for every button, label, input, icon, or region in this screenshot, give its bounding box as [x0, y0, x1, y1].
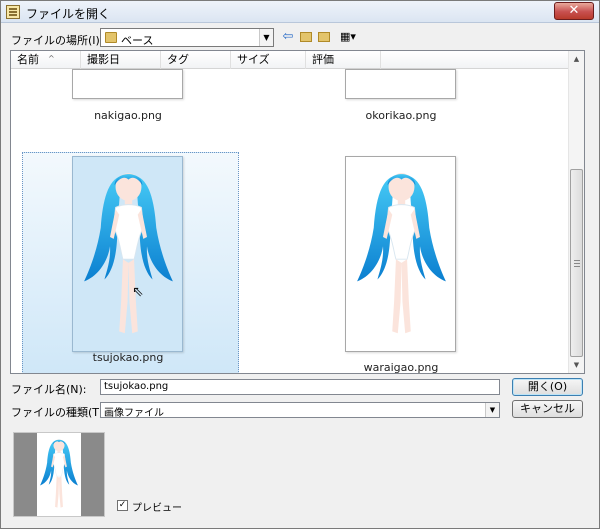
preview-checkbox[interactable]: ✓	[117, 500, 128, 511]
open-file-dialog: ファイルを開く ✕ ファイルの場所(I): ベース ▼ ⇦ ▦▾ 名前 ^ 撮影…	[0, 0, 600, 529]
title-bar: ファイルを開く ✕	[1, 1, 599, 23]
column-size[interactable]: サイズ	[231, 51, 306, 69]
close-button[interactable]: ✕	[554, 2, 594, 20]
open-button[interactable]: 開く(O)	[512, 378, 583, 396]
new-folder-icon[interactable]	[316, 28, 332, 47]
look-in-dropdown[interactable]: ベース ▼	[100, 28, 274, 47]
file-thumbnail-okorikao[interactable]	[345, 69, 456, 99]
file-name-nakigao[interactable]: nakigao.png	[53, 109, 203, 122]
column-rating[interactable]: 評価	[306, 51, 381, 69]
look-in-label: ファイルの場所(I):	[11, 34, 104, 47]
preview-checkbox-label[interactable]: プレビュー	[132, 499, 182, 514]
look-in-value: ベース	[121, 34, 154, 47]
window-title: ファイルを開く	[26, 7, 111, 21]
folder-icon	[105, 32, 117, 43]
filetype-dropdown[interactable]: 画像ファイル ▼	[100, 402, 500, 419]
file-name-waraigao[interactable]: waraigao.png	[326, 361, 476, 373]
dialog-icon	[6, 5, 20, 19]
column-header: 名前 ^ 撮影日 タグ サイズ 評価	[11, 51, 569, 69]
column-tags[interactable]: タグ	[161, 51, 231, 69]
filetype-label: ファイルの種類(T):	[11, 406, 108, 419]
filename-label: ファイル名(N):	[11, 383, 87, 396]
filetype-value: 画像ファイル	[104, 408, 164, 419]
column-name[interactable]: 名前 ^	[11, 51, 81, 69]
view-menu-icon[interactable]: ▦▾	[336, 28, 360, 47]
preview-image	[37, 433, 81, 516]
mouse-cursor-icon: ⇖	[132, 284, 144, 300]
scroll-down-icon[interactable]: ▼	[569, 357, 584, 373]
file-thumbnail-nakigao[interactable]	[72, 69, 183, 99]
preview-pane	[13, 432, 105, 517]
vertical-scrollbar[interactable]: ▲ ▼	[568, 51, 584, 373]
file-name-okorikao[interactable]: okorikao.png	[326, 109, 476, 122]
file-thumbnail-tsujokao[interactable]	[72, 156, 183, 352]
file-thumbnail-waraigao[interactable]	[345, 156, 456, 352]
file-list[interactable]: 名前 ^ 撮影日 タグ サイズ 評価 ▲ ▼ nakigao.png okori…	[10, 50, 585, 374]
filename-input[interactable]: tsujokao.png	[100, 379, 500, 395]
scroll-thumb[interactable]	[570, 169, 583, 357]
chevron-down-icon[interactable]: ▼	[259, 29, 273, 46]
column-date[interactable]: 撮影日	[81, 51, 161, 69]
sort-caret-icon: ^	[48, 54, 55, 63]
cancel-button[interactable]: キャンセル	[512, 400, 583, 418]
up-folder-icon[interactable]	[298, 28, 314, 47]
chevron-down-icon[interactable]: ▼	[485, 403, 499, 417]
back-arrow-icon[interactable]: ⇦	[280, 28, 296, 47]
file-name-tsujokao[interactable]: tsujokao.png	[53, 351, 203, 364]
scroll-up-icon[interactable]: ▲	[569, 51, 584, 67]
column-name-label: 名前	[17, 53, 39, 66]
